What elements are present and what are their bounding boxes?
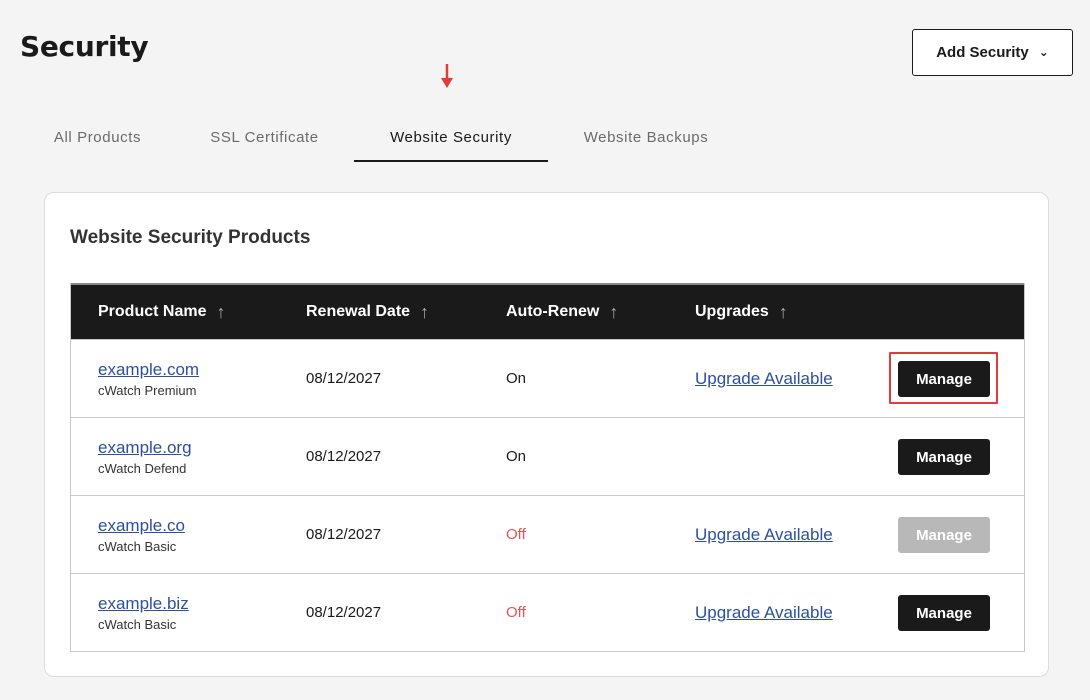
manage-button-disabled: Manage xyxy=(898,517,990,553)
tab-website-backups[interactable]: Website Backups xyxy=(548,114,744,162)
col-label: Upgrades xyxy=(695,303,769,320)
auto-renew-status: Off xyxy=(506,526,526,543)
tab-ssl-certificate[interactable]: SSL Certificate xyxy=(175,114,354,162)
arrow-up-icon: ↑ xyxy=(216,301,226,322)
manage-button[interactable]: Manage xyxy=(898,361,990,397)
chevron-down-icon: ⌄ xyxy=(1038,44,1049,59)
upgrade-link[interactable]: Upgrade Available xyxy=(695,603,833,623)
col-product-name[interactable]: Product Name ↑ xyxy=(98,285,225,339)
auto-renew-status: On xyxy=(506,370,527,387)
col-renewal-date[interactable]: Renewal Date ↑ xyxy=(306,285,429,339)
col-auto-renew[interactable]: Auto-Renew ↑ xyxy=(506,285,618,339)
table-row: example.org cWatch Defend 08/12/2027 On … xyxy=(71,417,1024,495)
products-card: Website Security Products Product Name ↑… xyxy=(44,192,1049,677)
annotation-arrow-icon xyxy=(441,64,453,88)
renewal-date: 08/12/2027 xyxy=(306,604,382,621)
product-plan: cWatch Defend xyxy=(98,460,187,476)
product-plan: cWatch Premium xyxy=(98,382,197,398)
product-link[interactable]: example.biz xyxy=(98,594,189,614)
product-plan: cWatch Basic xyxy=(98,538,177,554)
col-label: Renewal Date xyxy=(306,303,411,320)
arrow-up-icon: ↑ xyxy=(420,301,430,322)
upgrade-link[interactable]: Upgrade Available xyxy=(695,369,833,389)
col-label: Auto-Renew xyxy=(506,303,600,320)
col-label: Product Name xyxy=(98,303,207,320)
card-title: Website Security Products xyxy=(70,227,311,248)
auto-renew-status: Off xyxy=(506,604,526,621)
renewal-date: 08/12/2027 xyxy=(306,448,382,465)
upgrade-link[interactable]: Upgrade Available xyxy=(695,525,833,545)
table-header: Product Name ↑ Renewal Date ↑ Auto-Renew… xyxy=(71,283,1024,339)
table-row: example.co cWatch Basic 08/12/2027 Off U… xyxy=(71,495,1024,573)
products-table: Product Name ↑ Renewal Date ↑ Auto-Renew… xyxy=(70,283,1025,652)
arrow-up-icon: ↑ xyxy=(609,301,619,322)
manage-button[interactable]: Manage xyxy=(898,439,990,475)
product-link[interactable]: example.org xyxy=(98,438,192,458)
add-security-label: Add Security xyxy=(936,44,1029,61)
tab-bar: All Products SSL Certificate Website Sec… xyxy=(20,114,744,162)
tab-all-products[interactable]: All Products xyxy=(20,114,175,162)
table-row: example.com cWatch Premium 08/12/2027 On… xyxy=(71,339,1024,417)
add-security-button[interactable]: Add Security ⌄ xyxy=(912,29,1073,76)
table-row: example.biz cWatch Basic 08/12/2027 Off … xyxy=(71,573,1024,651)
product-plan: cWatch Basic xyxy=(98,616,177,632)
arrow-up-icon: ↑ xyxy=(778,301,788,322)
manage-button[interactable]: Manage xyxy=(898,595,990,631)
auto-renew-status: On xyxy=(506,448,527,465)
col-upgrades[interactable]: Upgrades ↑ xyxy=(695,285,788,339)
tab-website-security[interactable]: Website Security xyxy=(354,114,548,162)
page-title: Security xyxy=(20,30,149,63)
product-link[interactable]: example.com xyxy=(98,360,199,380)
product-link[interactable]: example.co xyxy=(98,516,185,536)
renewal-date: 08/12/2027 xyxy=(306,370,382,387)
renewal-date: 08/12/2027 xyxy=(306,526,382,543)
